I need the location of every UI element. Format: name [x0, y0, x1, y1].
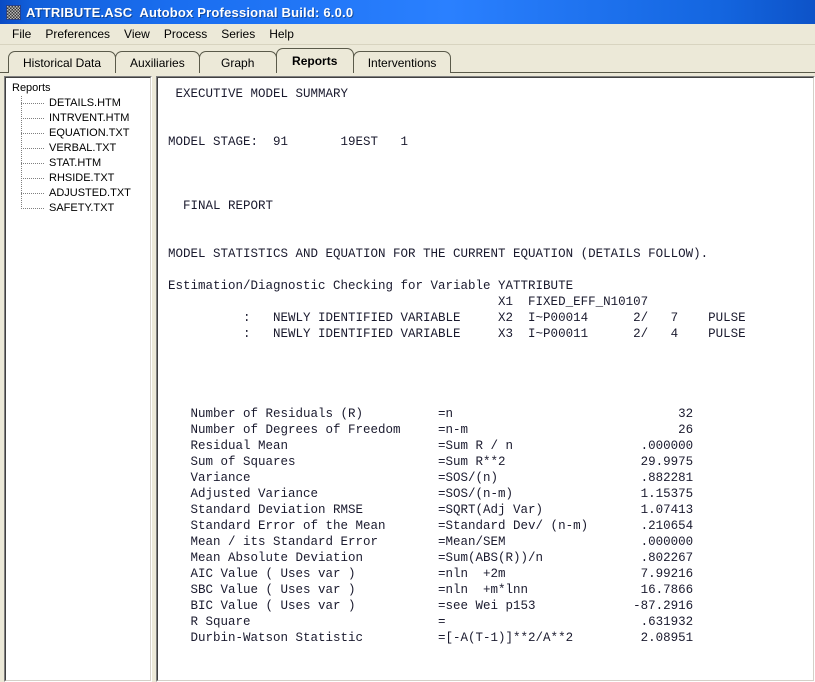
title-bar: ATTRIBUTE.ASC Autobox Professional Build:… — [0, 0, 815, 24]
tab-auxiliaries[interactable]: Auxiliaries — [115, 51, 200, 73]
reports-tree-panel: Reports DETAILS.HTM INTRVENT.HTM EQUATIO… — [4, 76, 152, 682]
report-text-content: EXECUTIVE MODEL SUMMARY MODEL STAGE: 91 … — [168, 87, 746, 645]
tree-item-details-htm[interactable]: DETAILS.HTM — [21, 96, 150, 111]
tree-item-rhside-txt[interactable]: RHSIDE.TXT — [21, 171, 150, 186]
tab-graph[interactable]: Graph — [198, 51, 277, 73]
app-icon — [6, 4, 21, 20]
content-area: Reports DETAILS.HTM INTRVENT.HTM EQUATIO… — [0, 73, 815, 682]
tree-item-intrvent-htm[interactable]: INTRVENT.HTM — [21, 111, 150, 126]
menu-item-process[interactable]: Process — [157, 25, 214, 44]
menu-item-view[interactable]: View — [117, 25, 157, 44]
menu-bar: File Preferences View Process Series Hel… — [0, 24, 815, 45]
tree-item-stat-htm[interactable]: STAT.HTM — [21, 156, 150, 171]
tree-item-verbal-txt[interactable]: VERBAL.TXT — [21, 141, 150, 156]
menu-item-series[interactable]: Series — [214, 25, 262, 44]
title-app-name: Autobox Professional Build: 6.0.0 — [139, 4, 354, 20]
tree-children: DETAILS.HTM INTRVENT.HTM EQUATION.TXT VE… — [21, 96, 150, 216]
menu-item-help[interactable]: Help — [262, 25, 301, 44]
title-bar-text: ATTRIBUTE.ASC Autobox Professional Build:… — [26, 5, 353, 20]
tree-item-adjusted-txt[interactable]: ADJUSTED.TXT — [21, 186, 150, 201]
tab-strip: Historical Data Auxiliaries Graph Report… — [0, 45, 815, 74]
tree-item-safety-txt[interactable]: SAFETY.TXT — [21, 201, 150, 216]
report-scroll-area[interactable]: EXECUTIVE MODEL SUMMARY MODEL STAGE: 91 … — [158, 78, 813, 680]
tree-item-equation-txt[interactable]: EQUATION.TXT — [21, 126, 150, 141]
reports-tree: Reports DETAILS.HTM INTRVENT.HTM EQUATIO… — [6, 78, 150, 680]
tab-historical-data[interactable]: Historical Data — [8, 51, 117, 73]
tree-root-reports[interactable]: Reports — [10, 81, 150, 96]
title-filename: ATTRIBUTE.ASC — [26, 4, 133, 20]
application-window: ATTRIBUTE.ASC Autobox Professional Build:… — [0, 0, 815, 682]
tab-interventions[interactable]: Interventions — [352, 51, 452, 73]
report-viewer-panel: EXECUTIVE MODEL SUMMARY MODEL STAGE: 91 … — [156, 76, 815, 682]
tab-reports[interactable]: Reports — [275, 48, 354, 74]
menu-item-file[interactable]: File — [5, 25, 38, 44]
menu-item-preferences[interactable]: Preferences — [38, 25, 117, 44]
